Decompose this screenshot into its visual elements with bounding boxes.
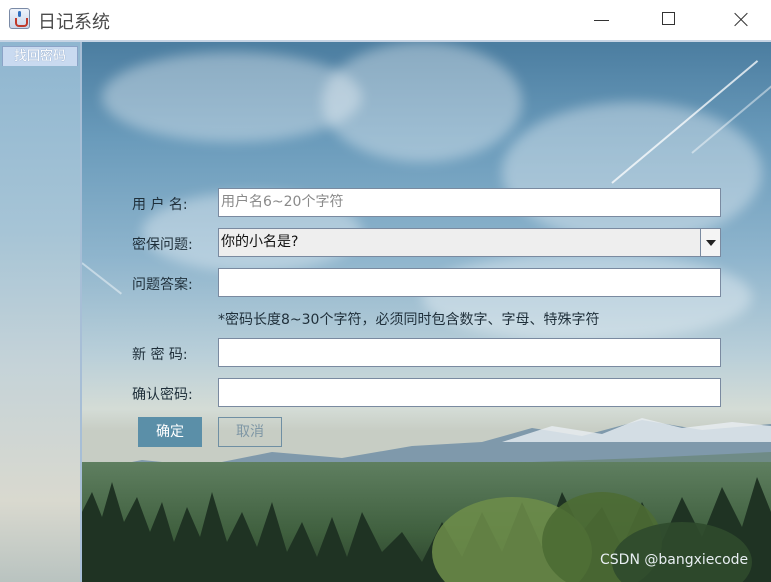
password-hint: *密码长度8~30个字符，必须同时包含数字、字母、特殊字符	[218, 312, 600, 328]
username-input[interactable]: 用户名6~20个字符	[218, 188, 721, 217]
close-button[interactable]	[716, 0, 762, 40]
confirm-password-label: 确认密码:	[132, 387, 193, 403]
minimize-icon	[594, 20, 609, 21]
left-panel	[0, 42, 80, 582]
answer-label: 问题答案:	[132, 277, 193, 293]
security-question-select[interactable]: 你的小名是?	[218, 228, 721, 257]
minimize-button[interactable]	[578, 0, 624, 40]
dropdown-arrow-icon[interactable]	[700, 229, 720, 256]
security-question-value: 你的小名是?	[221, 234, 299, 250]
answer-input[interactable]	[218, 268, 721, 297]
confirm-password-input[interactable]	[218, 378, 721, 407]
maximize-icon	[662, 12, 675, 25]
tab-find-password[interactable]: 找回密码	[2, 46, 78, 66]
username-label: 用 户 名:	[132, 197, 188, 213]
question-label: 密保问题:	[132, 237, 193, 253]
cancel-button[interactable]: 取消	[218, 417, 282, 447]
maximize-button[interactable]	[646, 0, 692, 40]
confirm-button[interactable]: 确定	[138, 417, 202, 447]
title-bar: 日记系统	[0, 0, 771, 40]
new-password-input[interactable]	[218, 338, 721, 367]
window-title: 日记系统	[38, 12, 110, 33]
tab-label: 找回密码	[13, 49, 66, 64]
watermark: CSDN @bangxiecode	[600, 552, 749, 568]
new-password-label: 新 密 码:	[132, 347, 188, 363]
java-app-icon[interactable]	[9, 8, 30, 29]
